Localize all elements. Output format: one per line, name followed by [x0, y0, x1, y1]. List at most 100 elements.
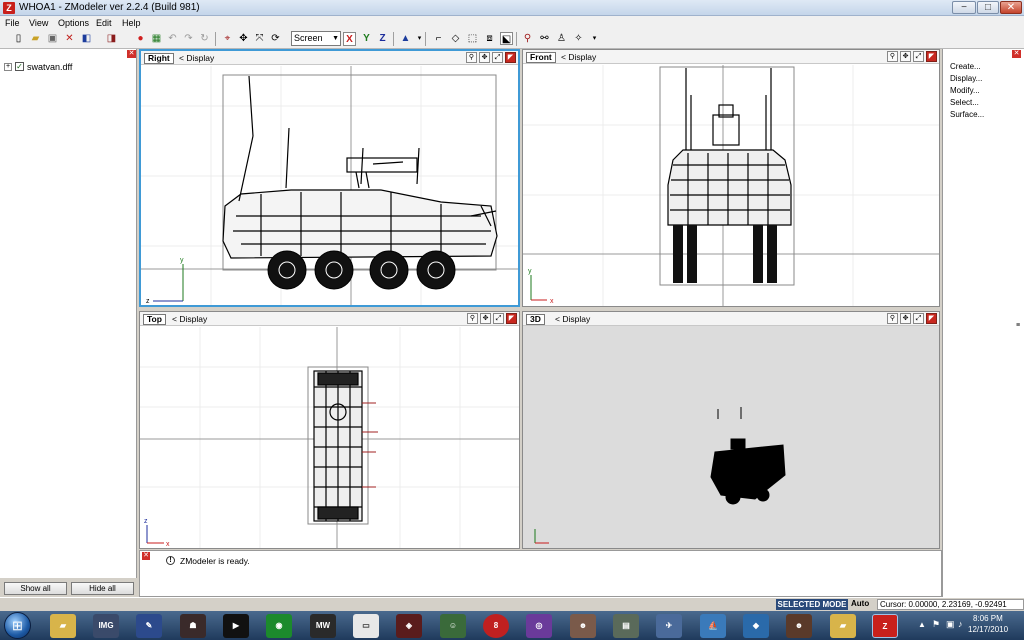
delete-icon[interactable]: ✕	[63, 32, 76, 45]
command-surface[interactable]: Surface...	[950, 110, 984, 119]
start-button[interactable]: ⊞	[4, 612, 31, 639]
menu-help[interactable]: Help	[122, 18, 141, 28]
viewport-label[interactable]: Top	[143, 314, 166, 325]
pan-icon[interactable]: ✥	[480, 313, 491, 324]
taskbar-game-icon[interactable]: ☗	[180, 614, 206, 638]
pan-icon[interactable]: ✥	[900, 51, 911, 62]
menu-file[interactable]: File	[5, 18, 20, 28]
taskbar-retro-icon[interactable]: ◎	[526, 614, 552, 638]
axis-z-button[interactable]: Z	[376, 32, 389, 46]
taskbar-paint-icon[interactable]: ▭	[353, 614, 379, 638]
close-button[interactable]: ✕	[1000, 1, 1022, 14]
pan-icon[interactable]: ✥	[900, 313, 911, 324]
face-mode-icon[interactable]: ◇	[449, 32, 462, 45]
close-icon[interactable]: ✕	[1012, 50, 1021, 58]
taskbar-media-icon[interactable]: ▶	[223, 614, 249, 638]
taskbar-boat-icon[interactable]: ⛵	[700, 614, 726, 638]
axis-y-button[interactable]: Y	[360, 32, 373, 46]
zoom-icon[interactable]: ⚲	[887, 313, 898, 324]
close-icon[interactable]: ✕	[142, 552, 150, 560]
close-viewport-icon[interactable]: ◤	[926, 51, 937, 62]
scale-tool-icon[interactable]: ⤧	[253, 32, 266, 45]
display-menu[interactable]: < Display	[179, 53, 214, 63]
taskbar-nvidia-icon[interactable]: ◉	[266, 614, 292, 638]
show-all-button[interactable]: Show all	[4, 582, 67, 595]
rotate-tool-icon[interactable]: ⟳	[269, 32, 282, 45]
taskbar-flight-icon[interactable]: ✈	[656, 614, 682, 638]
command-select[interactable]: Select...	[950, 98, 979, 107]
zoom-icon[interactable]: ⚲	[466, 52, 477, 63]
maximize-viewport-icon[interactable]: ⤢	[493, 313, 504, 324]
taskbar-profile-icon[interactable]: ☻	[786, 614, 812, 638]
zmodeler-app-icon[interactable]: Z	[3, 2, 15, 14]
clock-time[interactable]: 8:06 PM	[973, 614, 1003, 623]
save-icon[interactable]: ▣	[46, 32, 59, 45]
selected-mode-indicator[interactable]: SELECTED MODE	[776, 599, 848, 610]
viewport-canvas[interactable]: z x	[140, 327, 519, 549]
character-icon[interactable]: ♙	[555, 32, 568, 45]
close-icon[interactable]: ✕	[127, 50, 136, 58]
scroll-handle-icon[interactable]: ≡	[1016, 322, 1022, 330]
viewport-3d[interactable]: 3D < Display ⚲ ✥ ⤢ ◤	[522, 311, 940, 549]
pivot-icon[interactable]: ▲	[399, 32, 412, 45]
move-tool-icon[interactable]: ✥	[237, 32, 250, 45]
menu-view[interactable]: View	[29, 18, 48, 28]
taskbar-network-icon[interactable]: ◆	[743, 614, 769, 638]
taskbar-notes-icon[interactable]: ✎	[136, 614, 162, 638]
viewport-canvas[interactable]: y z	[141, 66, 518, 306]
tray-network-icon[interactable]: ▣	[946, 619, 955, 630]
command-modify[interactable]: Modify...	[950, 86, 980, 95]
close-viewport-icon[interactable]: ◤	[506, 313, 517, 324]
taskbar-emulator-icon[interactable]: ◈	[396, 614, 422, 638]
history-icon[interactable]: ↻	[198, 32, 211, 45]
minimize-button[interactable]: −	[952, 1, 976, 14]
maximize-viewport-icon[interactable]: ⤢	[492, 52, 503, 63]
hierarchy-unlink-icon[interactable]: ⚯	[538, 32, 551, 45]
viewport-label[interactable]: 3D	[526, 314, 545, 325]
taskbar-photo-icon[interactable]: ☻	[570, 614, 596, 638]
zoom-icon[interactable]: ⚲	[887, 51, 898, 62]
display-menu[interactable]: < Display	[561, 52, 596, 62]
taskbar-installer-icon[interactable]: ▤	[613, 614, 639, 638]
taskbar-pool-icon[interactable]: 8	[483, 614, 509, 638]
viewport-label[interactable]: Front	[526, 52, 556, 63]
pan-icon[interactable]: ✥	[479, 52, 490, 63]
import-icon[interactable]: ◧	[80, 32, 93, 45]
box-mode-icon[interactable]: ⧈	[483, 32, 496, 45]
display-menu[interactable]: < Display	[172, 314, 207, 324]
coordinate-mode-select[interactable]: Screen ▼	[291, 31, 341, 46]
record-icon[interactable]: ●	[134, 32, 147, 45]
tree-item-file[interactable]: swatvan.dff	[27, 62, 72, 72]
skeleton-icon[interactable]: ✧	[572, 32, 585, 45]
viewport-canvas[interactable]: y x	[523, 65, 939, 307]
taskbar-nfs-mw-icon[interactable]: MW	[310, 614, 336, 638]
close-viewport-icon[interactable]: ◤	[926, 313, 937, 324]
hide-all-button[interactable]: Hide all	[71, 582, 134, 595]
hierarchy-link-icon[interactable]: ⚲	[521, 32, 534, 45]
expand-icon[interactable]: +	[4, 63, 12, 71]
render-icon[interactable]: ▦	[150, 32, 163, 45]
new-file-icon[interactable]: ▯	[12, 32, 25, 45]
maximize-viewport-icon[interactable]: ⤢	[913, 313, 924, 324]
tray-volume-icon[interactable]: ♪	[958, 619, 963, 629]
maximize-viewport-icon[interactable]: ⤢	[913, 51, 924, 62]
axis-x-button[interactable]: X	[343, 32, 356, 46]
display-menu[interactable]: < Display	[555, 314, 590, 324]
clock-date[interactable]: 12/17/2010	[968, 625, 1008, 634]
taskbar-zmodeler-icon[interactable]: Z	[872, 614, 898, 638]
visibility-checkbox[interactable]: ✓	[15, 62, 24, 71]
object-mode-icon[interactable]: ⬚	[466, 32, 479, 45]
taskbar-img-tool-icon[interactable]: IMG	[93, 614, 119, 638]
undo-icon[interactable]: ↶	[166, 32, 179, 45]
taskbar-aliens-icon[interactable]: ☺	[440, 614, 466, 638]
auto-indicator[interactable]: Auto	[851, 599, 869, 608]
close-viewport-icon[interactable]: ◤	[505, 52, 516, 63]
menu-options[interactable]: Options	[58, 18, 89, 28]
viewport-top[interactable]: Top < Display ⚲ ✥ ⤢ ◤ z x	[139, 311, 520, 549]
viewport-front[interactable]: Front < Display ⚲ ✥ ⤢ ◤ y x	[522, 49, 940, 307]
tray-flag-icon[interactable]: ⚑	[932, 619, 940, 630]
command-display[interactable]: Display...	[950, 74, 982, 83]
viewport-label[interactable]: Right	[144, 53, 174, 64]
viewport-canvas[interactable]	[523, 327, 939, 549]
select-tool-icon[interactable]: ⌖	[221, 32, 234, 45]
